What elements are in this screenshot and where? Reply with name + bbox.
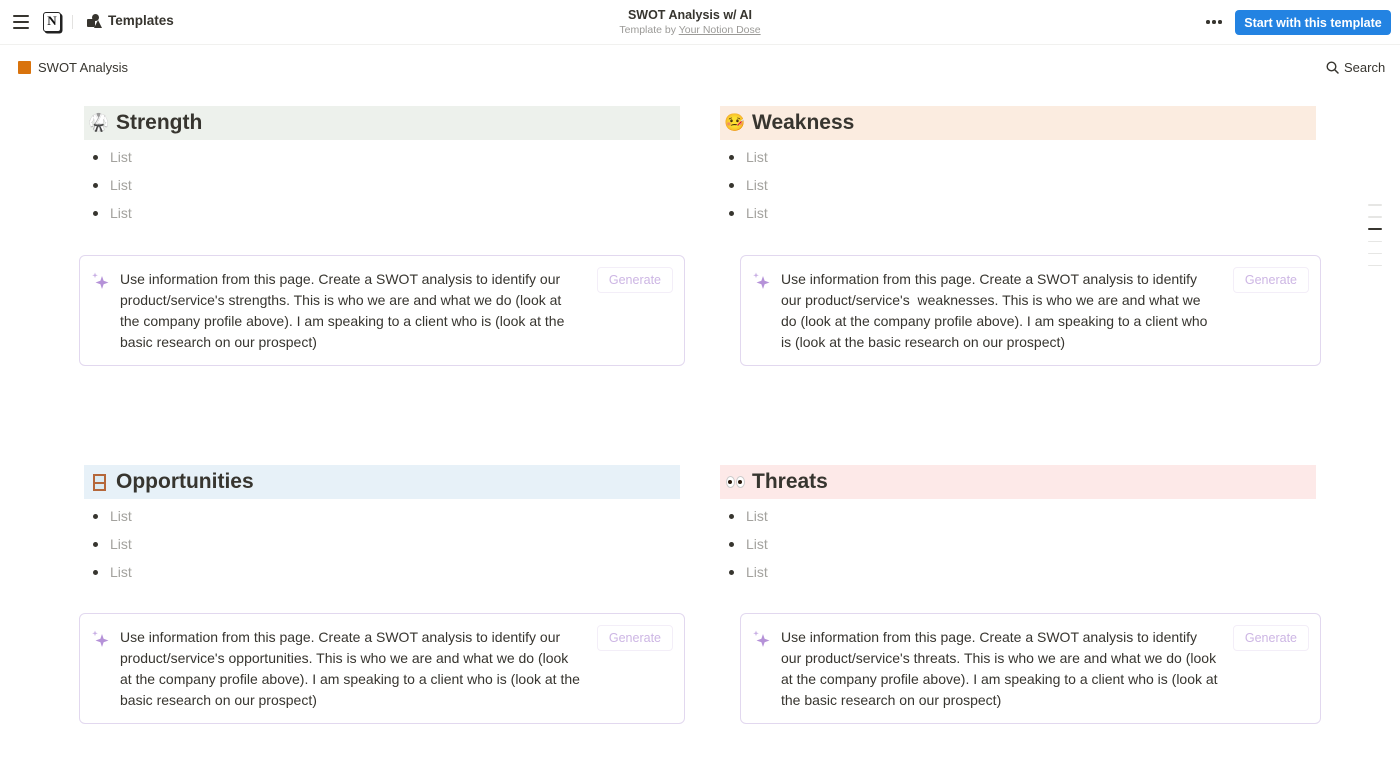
prompt-text[interactable]: Use information from this page. Create a… xyxy=(120,627,580,711)
sparkle-icon xyxy=(92,272,109,289)
subtitle-prefix: Template by xyxy=(619,24,679,36)
search-button[interactable]: Search xyxy=(1326,60,1385,75)
dot-icon xyxy=(1206,20,1210,24)
generate-button[interactable]: Generate xyxy=(1232,625,1309,651)
bullet-list: List List List xyxy=(84,502,680,586)
list-item[interactable]: List xyxy=(720,502,1316,530)
section-heading: Opportunities xyxy=(84,465,680,499)
heading-text: Opportunities xyxy=(116,470,254,493)
ai-prompt-block: Use information from this page. Create a… xyxy=(79,255,685,366)
list-item[interactable]: List xyxy=(84,530,680,558)
list-item[interactable]: List xyxy=(84,171,680,199)
more-options-button[interactable] xyxy=(1204,13,1224,31)
toc-entry[interactable] xyxy=(1368,216,1382,218)
prompt-text[interactable]: Use information from this page. Create a… xyxy=(781,627,1218,711)
top-bar: N Templates SWOT Analysis w/ AI Template… xyxy=(0,0,1400,45)
list-item[interactable]: List xyxy=(84,143,680,171)
toc-entry[interactable] xyxy=(1368,204,1382,206)
section-strength: 🥋 Strength List List List xyxy=(84,106,680,227)
toc-entry[interactable] xyxy=(1368,228,1382,230)
toc-entry[interactable] xyxy=(1368,240,1382,243)
section-threats: Threats List List List xyxy=(720,465,1316,586)
list-item[interactable]: List xyxy=(720,199,1316,227)
prompt-line: the basic research on our prospect) xyxy=(781,692,1002,708)
start-with-template-button[interactable]: Start with this template xyxy=(1235,10,1391,35)
sparkle-icon xyxy=(753,630,770,647)
page-title: SWOT Analysis w/ AI xyxy=(627,8,753,22)
list-item[interactable]: List xyxy=(84,502,680,530)
search-icon xyxy=(1326,61,1339,74)
prompt-line: Use information from this page. Create a… xyxy=(120,271,561,287)
prompt-line: do (look at the company profile above). … xyxy=(781,313,1208,329)
generate-button[interactable]: Generate xyxy=(1232,267,1309,293)
list-item[interactable]: List xyxy=(720,530,1316,558)
heading-text: Strength xyxy=(116,111,203,134)
ai-prompt-block: Use information from this page. Create a… xyxy=(79,613,685,724)
author-link[interactable]: Your Notion Dose xyxy=(679,24,761,36)
breadcrumb[interactable]: SWOT Analysis xyxy=(18,60,128,75)
heading-text: Threats xyxy=(752,470,828,493)
list-item[interactable]: List xyxy=(720,143,1316,171)
thermometer-face-icon: 🤒 xyxy=(724,113,746,133)
prompt-line: the company profile above). I am speakin… xyxy=(120,313,565,329)
list-item[interactable]: List xyxy=(720,558,1316,586)
prompt-line: Use information from this page. Create a… xyxy=(781,629,1198,645)
list-item[interactable]: List xyxy=(720,171,1316,199)
bullet-list: List List List xyxy=(720,143,1316,227)
toc-entry[interactable] xyxy=(1368,252,1382,255)
list-item[interactable]: List xyxy=(84,199,680,227)
table-of-contents-rail[interactable] xyxy=(1368,204,1382,277)
prompt-line: basic research on our prospect) xyxy=(120,334,317,350)
prompt-line: at the company profile above). I am spea… xyxy=(120,671,580,687)
prompt-line: at the company profile above). I am spea… xyxy=(781,671,1218,687)
heading-text: Weakness xyxy=(752,111,855,134)
section-weakness: 🤒 Weakness List List List xyxy=(720,106,1316,227)
breadcrumb-page-name: SWOT Analysis xyxy=(38,60,129,75)
section-heading: Threats xyxy=(720,465,1316,499)
prompt-line: product/service's opportunities. This is… xyxy=(120,650,569,666)
window-icon xyxy=(88,472,110,492)
prompt-line: Use information from this page. Create a… xyxy=(120,629,561,645)
search-label: Search xyxy=(1344,60,1386,75)
bullet-list: List List List xyxy=(720,502,1316,586)
title-block: SWOT Analysis w/ AI Template by Your Not… xyxy=(0,8,1380,37)
dot-icon xyxy=(1218,20,1222,24)
prompt-line: our product/service's threats. This is w… xyxy=(781,650,1217,666)
page-subtitle: Template by Your Notion Dose xyxy=(0,23,1380,37)
section-heading: 🥋 Strength xyxy=(84,106,680,140)
prompt-line: basic research on our prospect) xyxy=(120,692,317,708)
prompt-line: our product/service's weaknesses. This i… xyxy=(781,292,1201,308)
sparkle-icon xyxy=(92,630,109,647)
prompt-line: product/service's strengths. This is who… xyxy=(120,292,562,308)
eyes-icon xyxy=(724,472,746,492)
prompt-line: is (look at the basic research on our pr… xyxy=(781,334,1066,350)
generate-button[interactable]: Generate xyxy=(596,267,673,293)
prompt-text[interactable]: Use information from this page. Create a… xyxy=(781,269,1207,353)
sparkle-icon xyxy=(753,272,770,289)
toc-entry[interactable] xyxy=(1368,264,1382,267)
dot-icon xyxy=(1212,20,1216,24)
ai-prompt-block: Use information from this page. Create a… xyxy=(740,613,1321,724)
list-item[interactable]: List xyxy=(84,558,680,586)
bullet-list: List List List xyxy=(84,143,680,227)
generate-button[interactable]: Generate xyxy=(596,625,673,651)
martial-arts-uniform-icon: 🥋 xyxy=(88,113,110,133)
prompt-text[interactable]: Use information from this page. Create a… xyxy=(120,269,564,353)
ai-prompt-block: Use information from this page. Create a… xyxy=(740,255,1321,366)
section-heading: 🤒 Weakness xyxy=(720,106,1316,140)
prompt-line: Use information from this page. Create a… xyxy=(781,271,1198,287)
page-icon xyxy=(18,61,31,74)
section-opportunities: Opportunities List List List xyxy=(84,465,680,586)
